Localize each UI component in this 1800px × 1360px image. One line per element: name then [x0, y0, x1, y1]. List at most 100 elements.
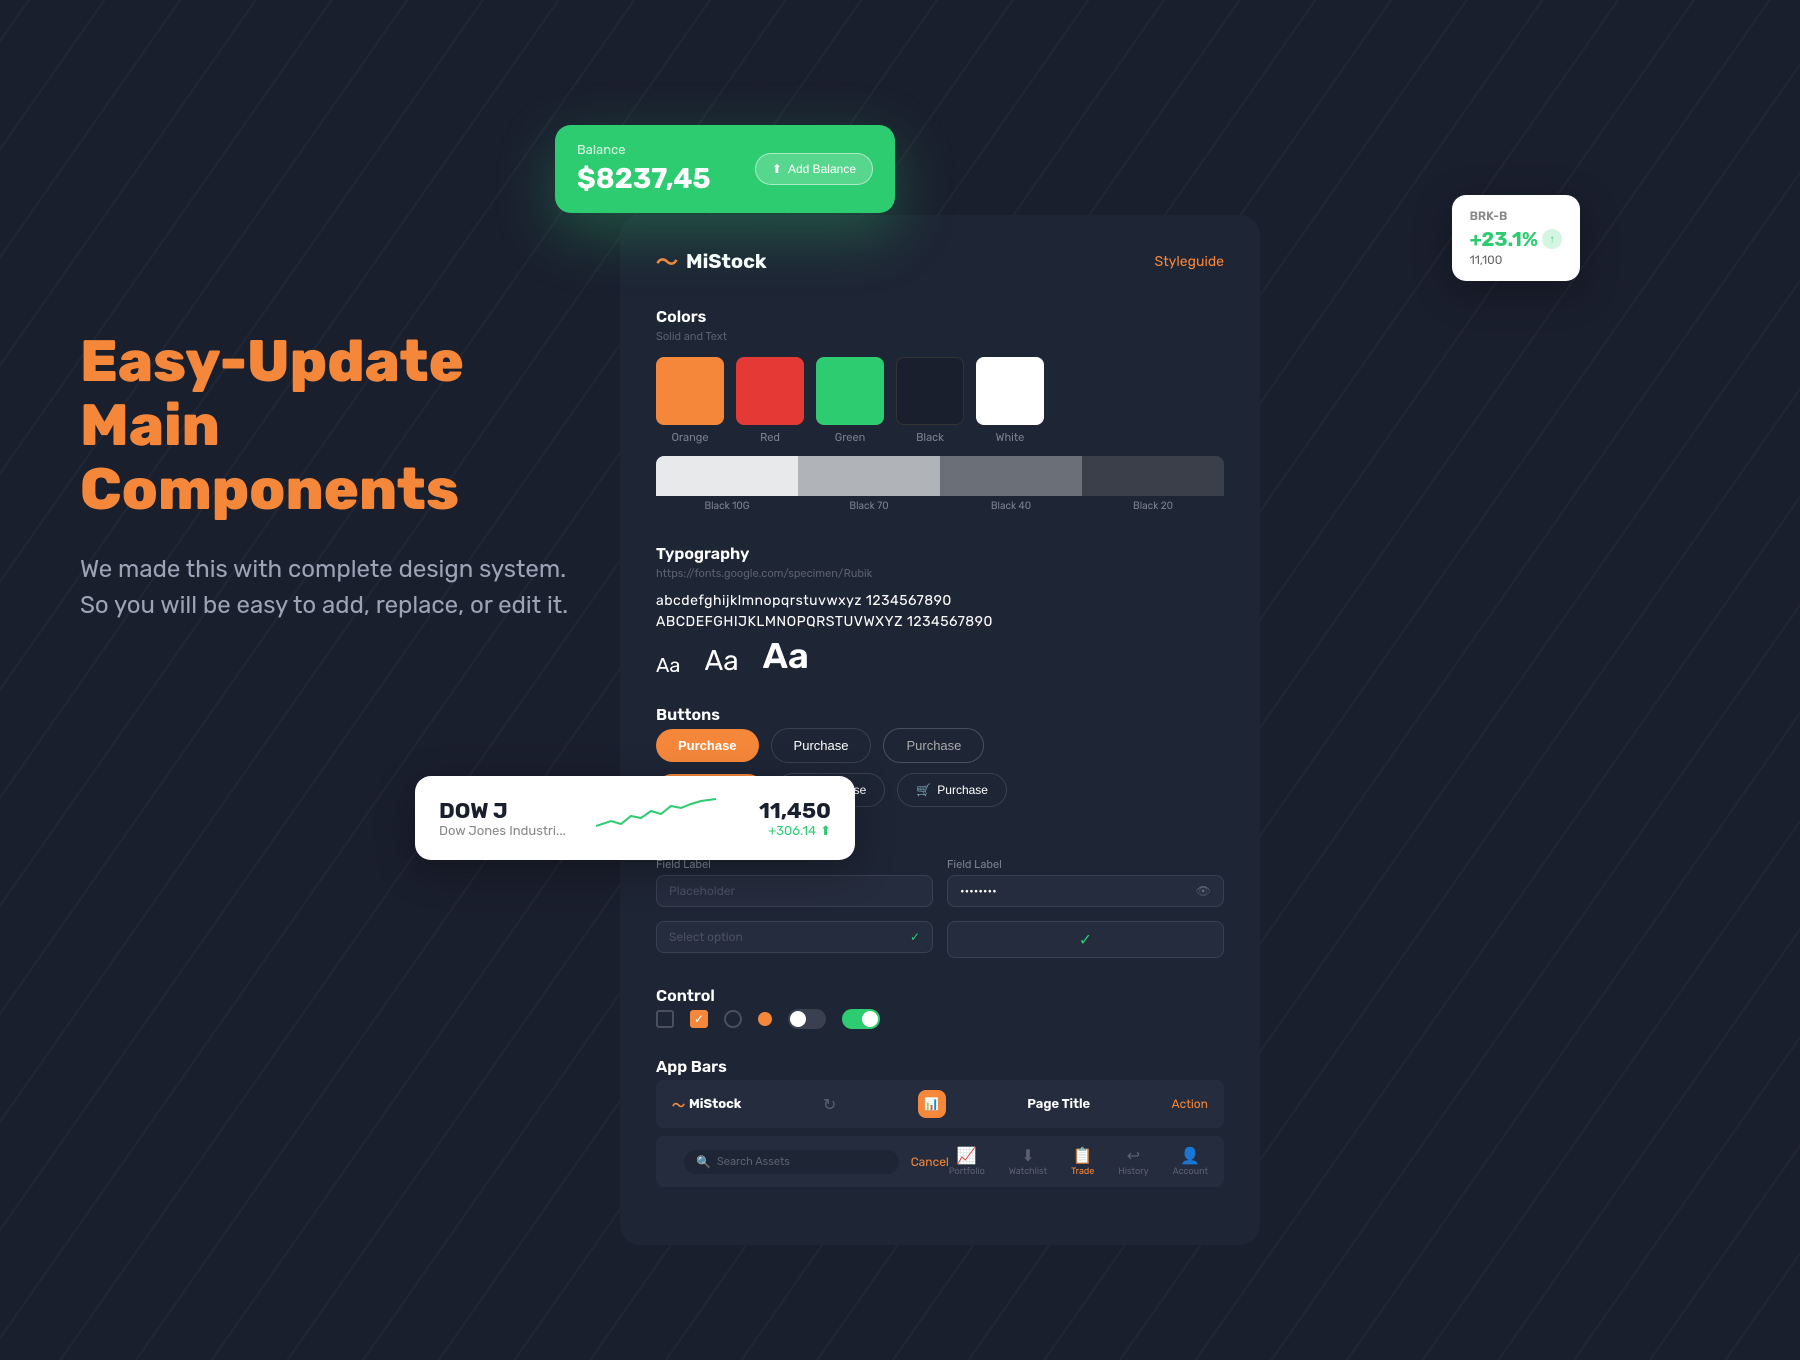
refresh-icon[interactable]: ↻	[823, 1095, 836, 1114]
hero-description: We made this with complete design system…	[80, 551, 600, 623]
typography-url: https://fonts.google.com/specimen/Rubik	[656, 567, 1224, 580]
btn-purchase-primary[interactable]: Purchase	[656, 729, 759, 762]
logo-icon: 〜	[656, 245, 678, 277]
white-swatch	[976, 357, 1044, 425]
buttons-title: Buttons	[656, 705, 1224, 724]
toggle-on[interactable]	[842, 1009, 880, 1029]
trade-icon: 📋	[1073, 1146, 1093, 1165]
btn-purchase-outline-light[interactable]: Purchase	[883, 728, 984, 763]
typography-section: Typography https://fonts.google.com/spec…	[656, 544, 1224, 677]
font-sizes: Aa Aa Aa	[656, 634, 1224, 677]
swatch-orange: Orange	[656, 357, 724, 444]
form-field-check: ✓	[947, 921, 1224, 958]
control-title: Control	[656, 986, 1224, 1005]
forms-grid: Field Label Placeholder Field Label ••••…	[656, 858, 1224, 958]
up-arrow-icon: ↑	[1542, 229, 1562, 249]
radio-selected[interactable]	[758, 1012, 772, 1026]
field-input-password[interactable]: •••••••• 👁	[947, 875, 1224, 907]
shade-10g: Black 10G	[656, 456, 798, 516]
watchlist-icon: ⬇	[1021, 1146, 1034, 1165]
swatch-red: Red	[736, 357, 804, 444]
font-large: Aa	[763, 634, 809, 677]
btn-purchase-icon-outline2[interactable]: 🛒 Purchase	[897, 773, 1007, 807]
typography-lowercase: abcdefghijklmnopqrstuvwxyz 1234567890	[656, 592, 1224, 609]
shade-70: Black 70	[798, 456, 940, 516]
field-select[interactable]: Select option ✓	[656, 921, 933, 953]
nav-trade[interactable]: 📋 Trade	[1071, 1146, 1094, 1177]
shade-20: Black 20	[1082, 456, 1224, 516]
checkbox-empty[interactable]	[656, 1010, 674, 1028]
swatch-green: Green	[816, 357, 884, 444]
styleguide-link[interactable]: Styleguide	[1155, 253, 1225, 270]
ticker-symbol: BRK-B	[1470, 209, 1562, 223]
logo: 〜 MiStock	[656, 245, 767, 277]
color-swatches: Orange Red Green Black White	[656, 357, 1224, 444]
dow-values: 11,450 +306.14 ⬆	[759, 797, 831, 839]
app-logo-icon: 〜	[672, 1095, 685, 1114]
app-bars-title: App Bars	[656, 1057, 1224, 1076]
app-bar-top: 〜 MiStock ↻ 📊 Page Title Action	[656, 1080, 1224, 1128]
dow-change: +306.14 ⬆	[759, 824, 831, 839]
checkbox-checked[interactable]: ✓	[690, 1010, 708, 1028]
search-bar[interactable]: 🔍 Search Assets	[684, 1150, 899, 1174]
dow-info: DOW J Dow Jones Industri...	[439, 797, 566, 839]
color-shades-row: Black 10G Black 70 Black 40 Black 20	[656, 456, 1224, 516]
font-small: Aa	[656, 653, 680, 677]
search-icon: 🔍	[696, 1155, 711, 1169]
field-label-2: Field Label	[947, 858, 1224, 871]
cancel-button[interactable]: Cancel	[911, 1155, 949, 1169]
field-check: ✓	[947, 921, 1224, 958]
control-section: Control ✓	[656, 986, 1224, 1029]
history-icon: ↩	[1127, 1146, 1140, 1165]
dow-price: 11,450	[759, 797, 831, 824]
password-dots: ••••••••	[960, 884, 997, 898]
swatch-black: Black	[896, 357, 964, 444]
app-bar-action[interactable]: Action	[1172, 1097, 1208, 1111]
form-field-select: Select option ✓	[656, 921, 933, 958]
swatch-white: White	[976, 357, 1044, 444]
dow-title: DOW J	[439, 797, 566, 824]
account-icon: 👤	[1180, 1146, 1200, 1165]
ticker-card: BRK-B +23.1% ↑ 11,100	[1452, 195, 1580, 281]
search-text: Search Assets	[717, 1155, 790, 1168]
logo-text: MiStock	[686, 249, 767, 273]
balance-info: Balance $8237,45	[577, 143, 711, 195]
typography-uppercase: ABCDEFGHIJKLMNOPQRSTUVWXYZ 1234567890	[656, 613, 1224, 630]
dow-subtitle: Dow Jones Industri...	[439, 824, 566, 839]
app-bar-page-title: Page Title	[1027, 1097, 1090, 1112]
add-balance-button[interactable]: ⬆ Add Balance	[755, 153, 873, 185]
nav-history[interactable]: ↩ History	[1118, 1146, 1148, 1177]
change-up-icon: ⬆	[820, 824, 831, 839]
hero-section: Easy-Update Main Components We made this…	[80, 330, 600, 623]
ticker-change: +23.1% ↑	[1470, 227, 1562, 251]
toggle-off[interactable]	[788, 1009, 826, 1029]
balance-card: Balance $8237,45 ⬆ Add Balance	[555, 125, 895, 213]
check-icon: ✓	[910, 930, 920, 944]
select-placeholder: Select option	[669, 930, 743, 944]
buttons-row-1: Purchase Purchase Purchase	[656, 728, 1224, 763]
nav-portfolio[interactable]: 📈 Portfolio	[949, 1146, 985, 1177]
red-swatch	[736, 357, 804, 425]
green-swatch	[816, 357, 884, 425]
nav-watchlist[interactable]: ⬇ Watchlist	[1009, 1146, 1047, 1177]
orange-swatch	[656, 357, 724, 425]
btn-purchase-outline-dark[interactable]: Purchase	[771, 728, 872, 763]
form-field-text: Field Label Placeholder	[656, 858, 933, 907]
checkmark-icon: ✓	[1079, 930, 1092, 949]
nav-account[interactable]: 👤 Account	[1173, 1146, 1208, 1177]
radio-button[interactable]	[724, 1010, 742, 1028]
typography-title: Typography	[656, 544, 1224, 563]
controls-row: ✓	[656, 1009, 1224, 1029]
portfolio-icon: 📈	[957, 1146, 977, 1165]
bottom-nav: 📈 Portfolio ⬇ Watchlist 📋 Trade ↩ Histor…	[949, 1146, 1208, 1177]
eye-icon: 👁	[1196, 884, 1211, 898]
colors-section: Colors Solid and Text Orange Red Green B…	[656, 307, 1224, 516]
app-bar-logo: 〜 MiStock	[672, 1095, 741, 1114]
balance-label: Balance	[577, 143, 711, 158]
field-input-1[interactable]: Placeholder	[656, 875, 933, 907]
cart-icon-3: 🛒	[916, 783, 931, 797]
ticker-value: 11,100	[1470, 253, 1562, 267]
colors-subtitle: Solid and Text	[656, 330, 1224, 343]
colors-title: Colors	[656, 307, 1224, 326]
shade-40: Black 40	[940, 456, 1082, 516]
